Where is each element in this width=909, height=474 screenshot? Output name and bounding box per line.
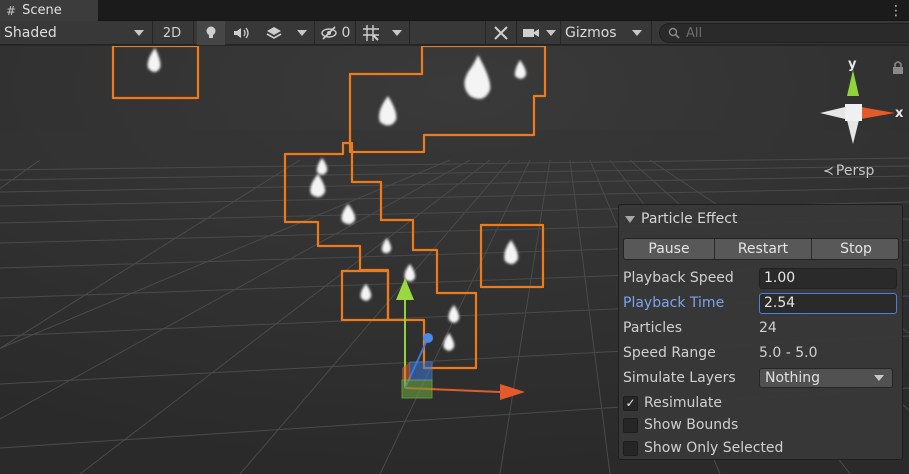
show-bounds-row: Show Bounds	[623, 415, 738, 435]
divider	[651, 21, 652, 45]
speed-range-label: Speed Range	[623, 345, 716, 361]
grid-snap-icon	[363, 25, 379, 41]
show-only-selected-label: Show Only Selected	[644, 440, 784, 456]
camera-button[interactable]	[519, 21, 543, 45]
resimulate-label: Resimulate	[644, 395, 722, 411]
show-bounds-label: Show Bounds	[644, 417, 739, 433]
simulate-layers-row: Simulate Layers Nothing	[623, 367, 901, 389]
show-only-selected-checkbox[interactable]	[623, 440, 638, 456]
kebab-menu-icon[interactable]: ⋮	[889, 0, 903, 21]
resimulate-checkbox[interactable]: ✓	[623, 395, 638, 411]
panel-title: Particle Effect	[641, 211, 738, 227]
chevron-down-icon	[134, 30, 144, 36]
simulate-layers-label: Simulate Layers	[623, 370, 736, 386]
search-input[interactable]: All	[659, 23, 909, 43]
divider	[516, 21, 517, 45]
checkmark-icon: ✓	[625, 396, 636, 410]
simulate-layers-dropdown[interactable]: Nothing	[759, 368, 893, 388]
divider	[560, 21, 561, 45]
panel-header[interactable]: Particle Effect	[625, 211, 737, 227]
speed-range-value: 5.0 - 5.0	[759, 345, 818, 361]
chevron-down-icon	[632, 30, 642, 36]
lightbulb-icon	[206, 26, 216, 38]
tab-bar: # Scene ⋮	[0, 0, 909, 21]
grid-toggle-button[interactable]	[358, 21, 384, 45]
speed-range-row: Speed Range 5.0 - 5.0	[623, 342, 901, 364]
restart-button[interactable]: Restart	[715, 239, 812, 259]
show-bounds-checkbox[interactable]	[623, 417, 638, 433]
playback-speed-field[interactable]: 1.00	[759, 267, 897, 289]
grid-dropdown[interactable]	[386, 21, 408, 45]
camera-icon	[523, 29, 539, 37]
x-axis-label: x	[895, 106, 904, 121]
chevron-down-icon	[392, 30, 402, 36]
chevron-down-icon	[546, 30, 556, 36]
divider	[409, 21, 410, 45]
tab-scene-label: Scene	[22, 3, 62, 18]
divider	[314, 21, 315, 45]
divider	[193, 21, 194, 45]
divider	[152, 21, 153, 45]
shading-mode-dropdown[interactable]: Shaded	[0, 21, 150, 45]
resimulate-row: ✓ Resimulate	[623, 393, 722, 413]
show-only-selected-row: Show Only Selected	[623, 438, 783, 458]
playback-time-row: Playback Time 2.54	[623, 292, 901, 314]
particles-label: Particles	[623, 320, 683, 336]
camera-dropdown[interactable]	[543, 21, 559, 45]
tools-icon	[494, 26, 508, 40]
layers-icon	[266, 27, 282, 39]
playback-time-label: Playback Time	[623, 295, 725, 311]
simulate-layers-value: Nothing	[765, 370, 821, 386]
chevron-down-icon	[874, 375, 884, 381]
particles-row: Particles 24	[623, 317, 901, 339]
search-placeholder: All	[686, 25, 703, 41]
chevron-down-icon	[297, 30, 307, 36]
projection-label: Persp	[835, 163, 875, 179]
grid-icon: #	[6, 3, 17, 18]
playback-buttons: Pause Restart Stop	[623, 238, 899, 260]
y-axis-label: y	[848, 57, 857, 72]
playback-speed-label: Playback Speed	[623, 270, 734, 286]
gizmos-dropdown[interactable]	[626, 21, 648, 45]
scene-toolbar: Shaded 2D 0 Gizmos All	[0, 21, 909, 45]
stop-button[interactable]: Stop	[812, 239, 898, 259]
search-icon	[668, 27, 680, 39]
effects-dropdown[interactable]	[291, 21, 313, 45]
particle-effect-panel: Particle Effect Pause Restart Stop Playb…	[618, 204, 903, 460]
effects-toggle-button[interactable]	[259, 21, 289, 45]
divider	[355, 21, 356, 45]
scene-visibility-toggle[interactable]: 0	[317, 21, 353, 45]
audio-toggle-button[interactable]	[227, 21, 257, 45]
collapse-triangle-icon	[625, 215, 635, 223]
divider	[485, 21, 486, 45]
eye-slash-icon	[320, 26, 337, 40]
shading-mode-label: Shaded	[4, 25, 57, 41]
playback-time-field[interactable]: 2.54	[759, 292, 897, 314]
tools-button[interactable]	[487, 21, 515, 45]
2d-toggle-button[interactable]: 2D	[155, 21, 189, 45]
projection-toggle[interactable]: ≺ Persp	[823, 163, 874, 179]
pause-button[interactable]: Pause	[624, 239, 715, 259]
lighting-toggle-button[interactable]	[197, 21, 225, 45]
persp-icon: ≺	[823, 163, 834, 179]
speaker-icon	[234, 27, 249, 39]
hidden-count: 0	[341, 25, 351, 41]
particles-value: 24	[759, 320, 777, 336]
gizmos-button[interactable]: Gizmos	[562, 21, 624, 45]
tab-scene[interactable]: # Scene	[0, 0, 98, 21]
playback-speed-row: Playback Speed 1.00	[623, 267, 901, 289]
